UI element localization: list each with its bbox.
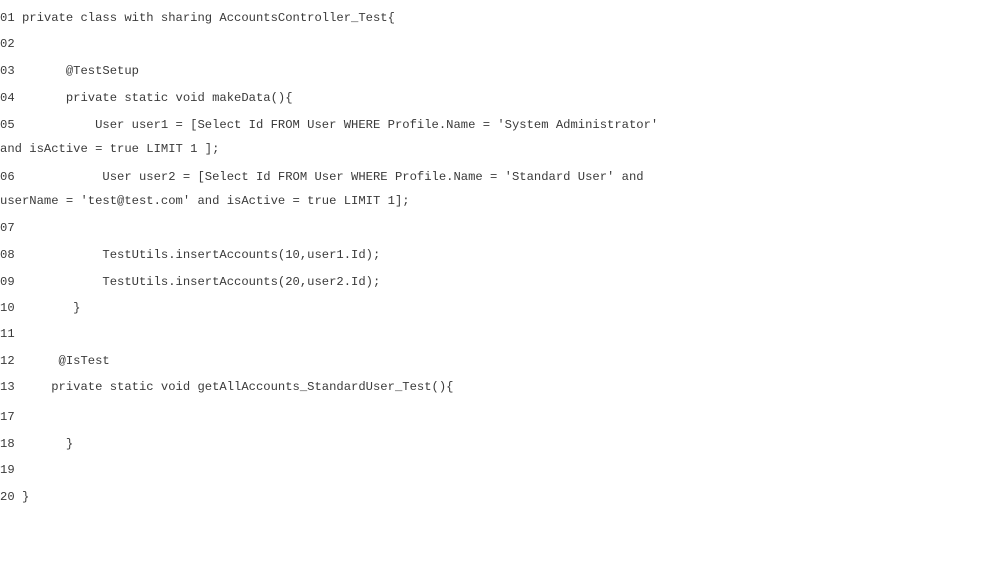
code-line: 04 private static void makeData(){ [0,91,293,105]
code-listing: 01 private class with sharing AccountsCo… [0,0,1006,561]
code-line: 11 [0,327,15,341]
code-line: 06 User user2 = [Select Id FROM User WHE… [0,170,644,184]
code-line: 18 } [0,437,74,451]
code-line: 03 @TestSetup [0,64,139,78]
code-line: 10 } [0,301,81,315]
code-line: 08 TestUtils.insertAccounts(10,user1.Id)… [0,248,381,262]
code-line: 01 private class with sharing AccountsCo… [0,11,395,25]
code-line: 09 TestUtils.insertAccounts(20,user2.Id)… [0,275,381,289]
code-line: 07 [0,221,15,235]
code-line: 02 [0,37,15,51]
code-line: 19 [0,463,15,477]
code-line: 05 User user1 = [Select Id FROM User WHE… [0,118,659,132]
code-line: and isActive = true LIMIT 1 ]; [0,142,220,156]
code-line: 17 [0,410,15,424]
code-line: 13 private static void getAllAccounts_St… [0,380,454,394]
code-line: userName = 'test@test.com' and isActive … [0,194,410,208]
code-line: 12 @IsTest [0,354,110,368]
code-line: 20 } [0,490,30,504]
